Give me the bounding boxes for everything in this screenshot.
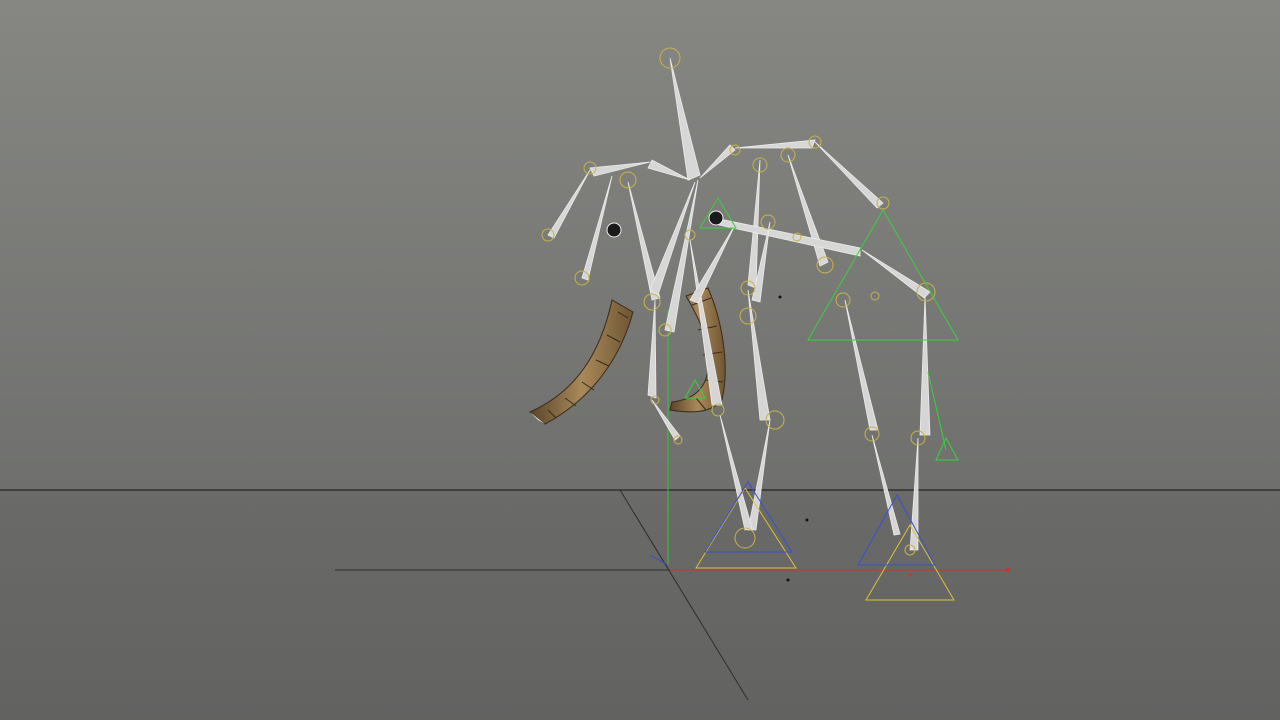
bone-chain[interactable] <box>547 57 931 551</box>
bone-ear-left <box>647 159 691 181</box>
ik-goal-rear <box>807 208 959 341</box>
world-axes <box>335 310 1010 701</box>
ik-goal-rear-foot <box>935 436 959 461</box>
z-axis-line <box>649 554 669 566</box>
bone-front-leg-upper <box>747 289 771 421</box>
eye-left-marker <box>606 222 622 238</box>
3d-viewport[interactable] <box>0 0 1280 720</box>
scene-canvas[interactable] <box>0 0 1280 720</box>
tusk-left[interactable] <box>529 299 634 425</box>
foot-control-rear <box>865 524 955 601</box>
eye-right-marker <box>708 210 724 226</box>
bone-head-top <box>669 57 701 181</box>
bone-spine <box>714 217 861 257</box>
